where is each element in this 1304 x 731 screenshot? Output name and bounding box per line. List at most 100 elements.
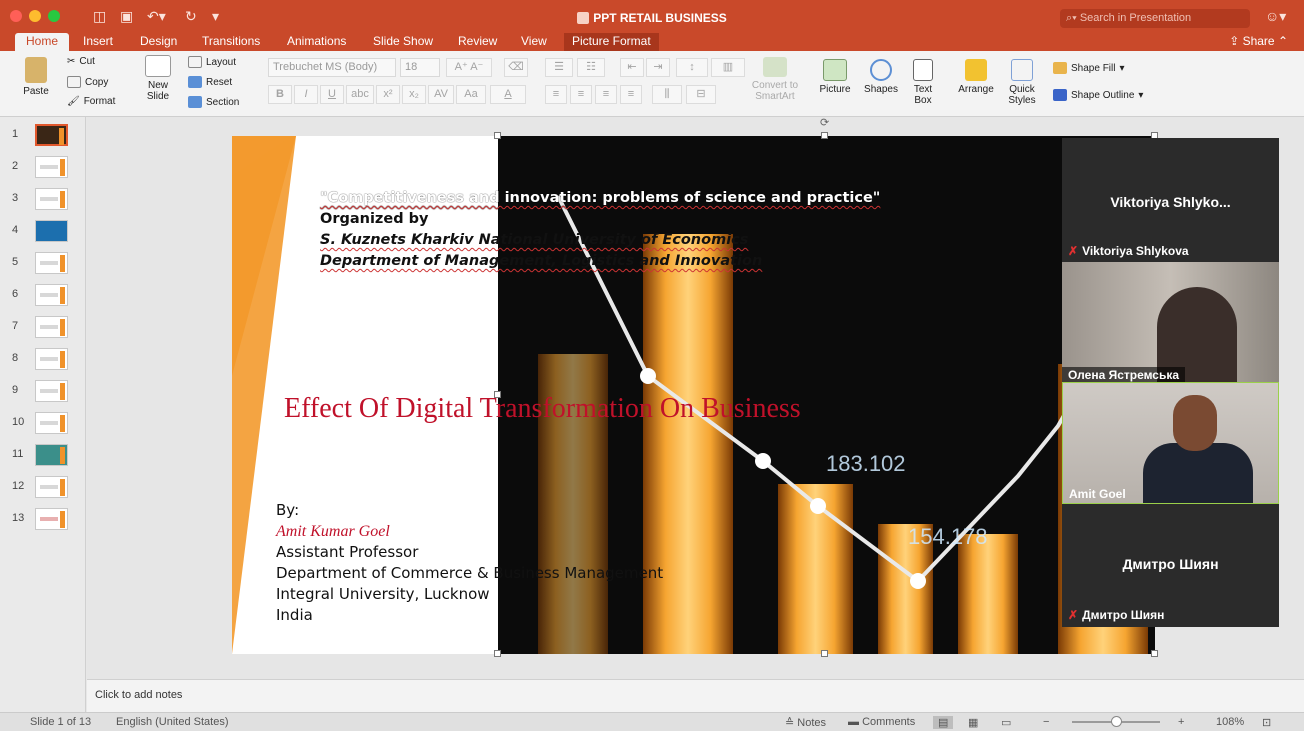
shape-fill-button[interactable]: Shape Fill ▾ [1053, 62, 1125, 74]
tab-animations[interactable]: Animations [287, 33, 346, 51]
resize-handle[interactable] [494, 650, 501, 657]
grow-font-button[interactable]: A⁺ A⁻ [446, 58, 492, 77]
align-center-button[interactable]: ≡ [570, 85, 592, 104]
thumbnail-image[interactable] [35, 348, 68, 370]
thumbnail-image[interactable] [35, 412, 68, 434]
text-box-button[interactable]: Text Box [908, 59, 938, 106]
thumbnail-item[interactable]: 2 [0, 154, 86, 184]
shape-outline-button[interactable]: Shape Outline ▾ [1053, 89, 1143, 101]
tab-insert[interactable]: Insert [83, 33, 113, 51]
rotate-handle-icon[interactable]: ⟳ [820, 116, 829, 129]
thumbnail-item[interactable]: 6 [0, 282, 86, 312]
new-slide-button[interactable]: New Slide [140, 55, 176, 102]
tab-home[interactable]: Home [15, 33, 69, 51]
resize-handle[interactable] [494, 391, 501, 398]
arrange-button[interactable]: Arrange [954, 59, 998, 95]
thumbnail-item[interactable]: 7 [0, 314, 86, 344]
layout-button[interactable]: Layout [188, 56, 236, 68]
account-icon[interactable]: ☺▾ [1265, 8, 1286, 25]
thumbnail-item[interactable]: 1 [0, 122, 86, 152]
thumbnail-image[interactable] [35, 156, 68, 178]
clear-format-button[interactable]: ⌫ [504, 58, 528, 77]
resize-handle[interactable] [494, 132, 501, 139]
language-indicator[interactable]: English (United States) [116, 716, 229, 728]
participant-tile[interactable]: Олена Ястремська [1062, 262, 1279, 382]
thumbnail-image[interactable] [35, 316, 68, 338]
thumbnail-image[interactable] [35, 444, 68, 466]
format-painter-button[interactable]: 🖌 Format [67, 96, 115, 107]
bullets-button[interactable]: ☰ [545, 58, 573, 77]
cut-button[interactable]: ✂ Cut [67, 56, 95, 67]
text-direction-button[interactable]: ⫼ [652, 85, 682, 104]
thumbnail-image[interactable] [35, 220, 68, 242]
fit-to-window-icon[interactable]: ⊡ [1262, 716, 1271, 729]
tab-design[interactable]: Design [140, 33, 177, 51]
thumbnail-item[interactable]: 12 [0, 474, 86, 504]
justify-button[interactable]: ≡ [620, 85, 642, 104]
author-block[interactable]: By: Amit Kumar Goel Assistant Professor … [276, 500, 663, 626]
increase-indent-button[interactable]: ⇥ [646, 58, 670, 77]
thumbnail-item[interactable]: 9 [0, 378, 86, 408]
thumbnail-image[interactable] [35, 188, 68, 210]
thumbnail-item[interactable]: 4 [0, 218, 86, 248]
thumbnail-item[interactable]: 3 [0, 186, 86, 216]
reset-button[interactable]: Reset [188, 76, 232, 88]
participant-tile[interactable]: Amit Goel [1062, 382, 1279, 504]
tab-view[interactable]: View [521, 33, 547, 51]
paste-button[interactable]: Paste [18, 57, 54, 97]
thumbnail-image[interactable] [35, 508, 68, 530]
columns-button[interactable]: ▥ [711, 58, 745, 77]
tab-picture-format[interactable]: Picture Format [564, 33, 659, 51]
thumbnail-image[interactable] [35, 252, 68, 274]
search-input[interactable]: ⌕▾ Search in Presentation [1060, 9, 1250, 28]
strikethrough-button[interactable]: abc [346, 85, 374, 104]
superscript-button[interactable]: x² [376, 85, 400, 104]
decrease-indent-button[interactable]: ⇤ [620, 58, 644, 77]
department-name[interactable]: Department of Management, Logistics and … [320, 253, 762, 269]
thumbnail-image[interactable] [35, 476, 68, 498]
university-name[interactable]: S. Kuznets Kharkiv National University o… [320, 232, 748, 248]
participant-tile[interactable]: Дмитро Шиян ✗ Дмитро Шиян [1062, 504, 1279, 627]
font-color-button[interactable]: A [490, 85, 526, 104]
tab-review[interactable]: Review [458, 33, 497, 51]
numbering-button[interactable]: ☷ [577, 58, 605, 77]
italic-button[interactable]: I [294, 85, 318, 104]
conference-title[interactable]: "Competitiveness and innovation: problem… [320, 190, 880, 206]
notes-pane[interactable]: Click to add notes [87, 679, 1304, 712]
convert-smartart-button[interactable]: Convert to SmartArt [748, 57, 802, 102]
font-size-select[interactable]: 18 [400, 58, 440, 77]
section-button[interactable]: Section [188, 96, 239, 108]
picture-button[interactable]: Picture [816, 59, 854, 95]
resize-handle[interactable] [821, 132, 828, 139]
copy-button[interactable]: Copy [67, 76, 108, 88]
thumbnail-item[interactable]: 5 [0, 250, 86, 280]
notes-toggle[interactable]: ≙ Notes [785, 716, 826, 729]
thumbnail-image[interactable] [35, 284, 68, 306]
zoom-slider-thumb[interactable] [1111, 716, 1122, 727]
thumbnail-image[interactable] [35, 124, 68, 146]
underline-button[interactable]: U [320, 85, 344, 104]
thumbnail-item[interactable]: 13 [0, 506, 86, 536]
quick-styles-button[interactable]: Quick Styles [1002, 59, 1042, 106]
align-text-button[interactable]: ⊟ [686, 85, 716, 104]
char-spacing-button[interactable]: AV [428, 85, 454, 104]
slide-sorter-button[interactable]: ▦ [968, 716, 978, 729]
resize-handle[interactable] [821, 650, 828, 657]
align-left-button[interactable]: ≡ [545, 85, 567, 104]
shapes-button[interactable]: Shapes [862, 59, 900, 95]
reading-view-button[interactable]: ▭ [1001, 716, 1011, 729]
participant-tile[interactable]: Viktoriya Shlyko... ✗ Viktoriya Shlykova [1062, 138, 1279, 262]
thumbnail-item[interactable]: 8 [0, 346, 86, 376]
organized-by[interactable]: Organized by [320, 211, 428, 227]
bold-button[interactable]: B [268, 85, 292, 104]
tab-slide-show[interactable]: Slide Show [373, 33, 433, 51]
tab-transitions[interactable]: Transitions [202, 33, 260, 51]
subscript-button[interactable]: x₂ [402, 85, 426, 104]
resize-handle[interactable] [1151, 650, 1158, 657]
zoom-in-button[interactable]: + [1178, 716, 1184, 728]
change-case-button[interactable]: Aa [456, 85, 486, 104]
thumbnail-item[interactable]: 11 [0, 442, 86, 472]
share-button[interactable]: ⇪ Share ⌃ [1229, 33, 1288, 50]
zoom-out-button[interactable]: − [1043, 716, 1049, 728]
line-spacing-button[interactable]: ↕ [676, 58, 708, 77]
